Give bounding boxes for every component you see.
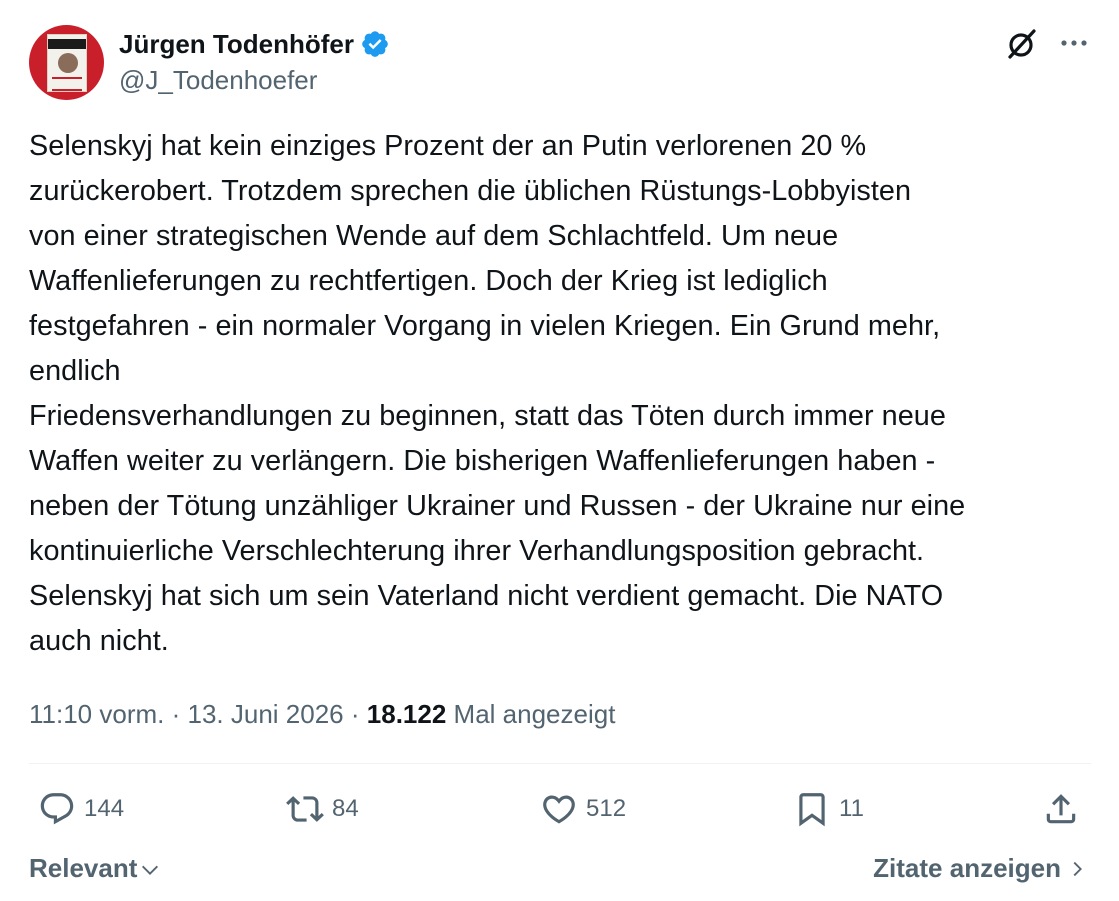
- like-count: 512: [586, 795, 627, 822]
- tweet-time[interactable]: 11:10 vorm.: [29, 699, 164, 729]
- chevron-down-icon: [142, 865, 159, 875]
- meta-separator: ·: [171, 699, 181, 729]
- replies-sort-dropdown[interactable]: Relevant: [29, 850, 161, 886]
- share-button[interactable]: [1042, 788, 1080, 830]
- author-name-row: Jürgen Todenhöfer: [119, 28, 390, 60]
- sort-label: Relevant: [29, 853, 138, 883]
- repost-button[interactable]: 84: [286, 788, 359, 830]
- reply-button[interactable]: 144: [38, 788, 124, 830]
- views-count: 18.122: [366, 699, 447, 729]
- view-quotes-link[interactable]: Zitate anzeigen: [873, 850, 1087, 886]
- chevron-right-icon: [1073, 861, 1082, 877]
- share-icon: [1046, 794, 1076, 824]
- avatar[interactable]: [29, 25, 104, 100]
- verified-badge-icon[interactable]: [360, 29, 390, 59]
- repost-icon: [286, 796, 324, 822]
- tweet-date[interactable]: 13. Juni 2026: [188, 699, 344, 729]
- reply-count: 144: [84, 795, 125, 822]
- grok-icon[interactable]: [1004, 26, 1040, 62]
- bookmark-count: 11: [839, 795, 864, 822]
- avatar-book-image: [47, 34, 87, 92]
- like-button[interactable]: 512: [540, 788, 626, 830]
- heart-icon: [543, 795, 575, 824]
- tweet-detail: Jürgen Todenhöfer @J_Todenhoefer Selensk…: [0, 0, 1119, 901]
- author-handle[interactable]: @J_Todenhoefer: [119, 64, 317, 96]
- meta-separator: ·: [350, 699, 360, 729]
- bookmark-button[interactable]: 11: [793, 788, 864, 830]
- bookmark-icon: [799, 793, 825, 827]
- more-dots-icon[interactable]: [1056, 26, 1092, 62]
- quotes-label: Zitate anzeigen: [873, 853, 1061, 883]
- divider: [29, 763, 1091, 764]
- author-display-name[interactable]: Jürgen Todenhöfer: [119, 28, 354, 60]
- tweet-text: Selenskyj hat kein einziges Prozent der …: [29, 130, 966, 657]
- repost-count: 84: [332, 795, 359, 822]
- reply-icon: [40, 793, 74, 825]
- views-label: Mal angezeigt: [453, 699, 616, 729]
- tweet-meta: 11:10 vorm. · 13. Juni 2026 · 18.122 Mal…: [29, 696, 615, 732]
